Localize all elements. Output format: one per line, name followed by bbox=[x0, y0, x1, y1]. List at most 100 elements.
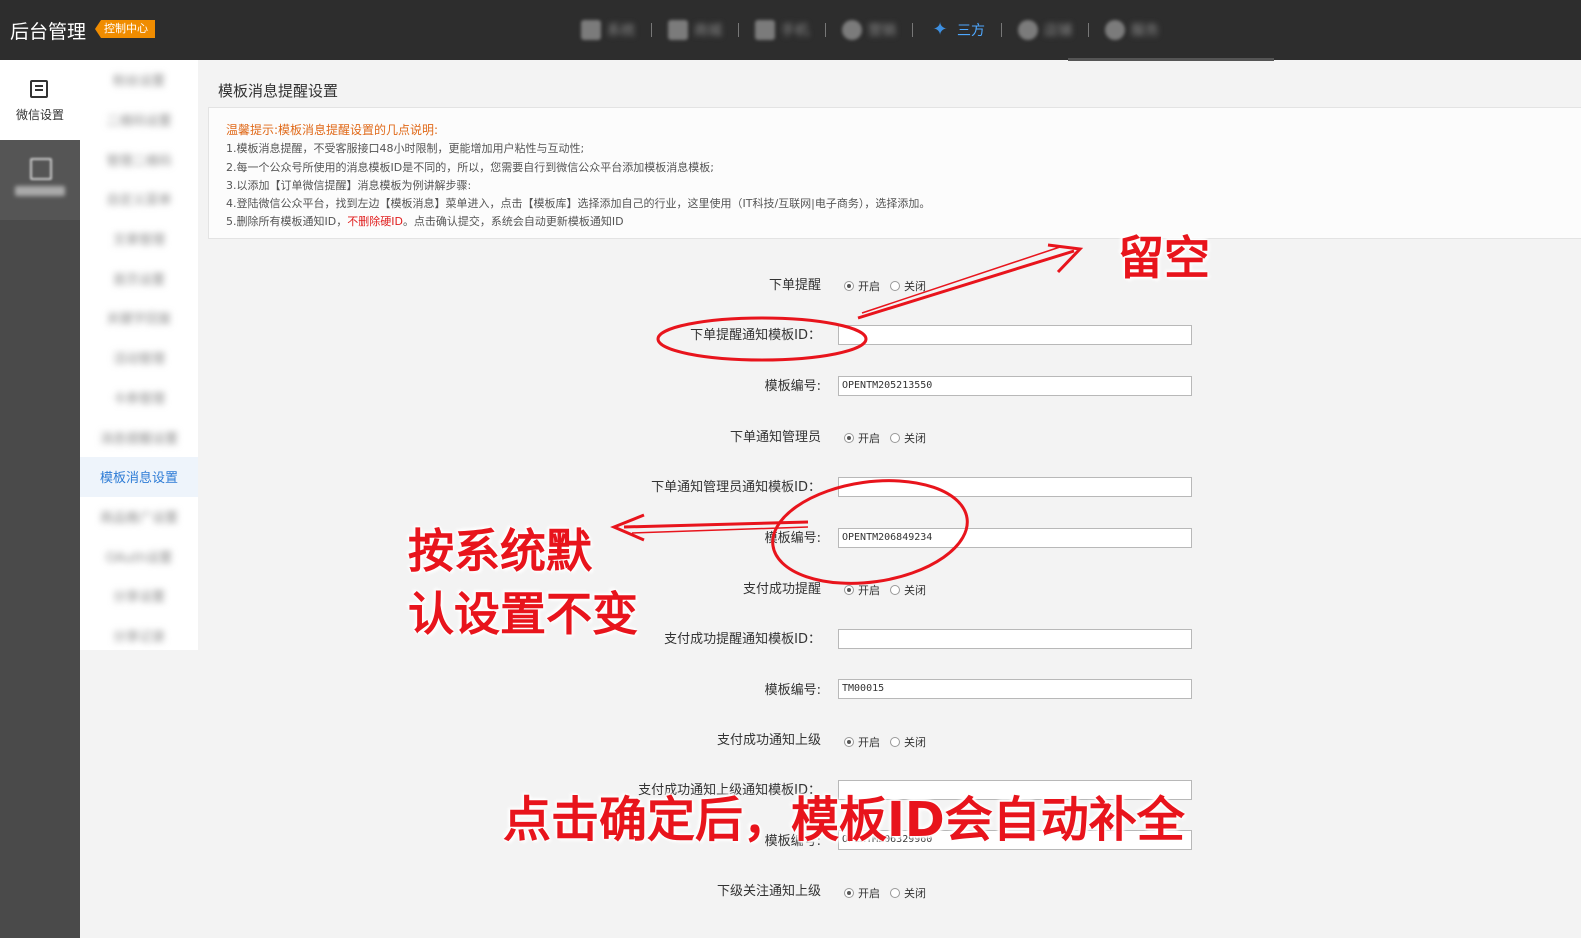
nav-shop[interactable]: 店铺 bbox=[1002, 0, 1088, 60]
tip-text: 5.删除所有模板通知ID， bbox=[226, 215, 348, 228]
annotation-keep-default-1: 按系统默 bbox=[408, 524, 592, 578]
label-notify-admin: 下单通知管理员 bbox=[729, 430, 821, 445]
tip-line: 5.删除所有模板通知ID，不删除硬ID。点击确认提交，系统会自动更新模板通知ID bbox=[226, 213, 624, 229]
sidebar-item[interactable]: 模板消息设置 bbox=[80, 456, 198, 497]
label-tpl-no: 模板编号: bbox=[764, 531, 821, 546]
mobile-icon bbox=[755, 20, 775, 40]
basket-icon bbox=[1018, 20, 1038, 40]
package-icon bbox=[1105, 20, 1125, 40]
sidebar-item[interactable]: OAuth设置 bbox=[80, 536, 198, 576]
radio-off[interactable] bbox=[890, 737, 900, 747]
sidebar-item-label: 模板消息设置 bbox=[99, 471, 178, 487]
primary-item-label: 微信设置 bbox=[15, 108, 64, 122]
primary-item-template[interactable] bbox=[0, 140, 80, 220]
sidebar-item[interactable]: 分享设置 bbox=[80, 576, 198, 616]
label-pay-remind: 支付成功提醒 bbox=[742, 582, 821, 597]
radio-off[interactable] bbox=[890, 585, 900, 595]
radio-on[interactable] bbox=[844, 585, 854, 595]
sidebar-item-label: 卡券管理 bbox=[112, 391, 165, 407]
sidebar-item[interactable]: 卡券管理 bbox=[80, 378, 198, 418]
tip-line: 1.模板消息提醒，不受客服接口48小时限制，更能增加用户粘性与互动性; bbox=[226, 142, 585, 155]
label-tpl-no: 模板编号: bbox=[764, 379, 821, 394]
radio-label: 开启 bbox=[858, 432, 880, 445]
order-remind-toggle: 开启 关闭 bbox=[844, 278, 926, 294]
sidebar-item[interactable]: 商品推广设置 bbox=[80, 497, 198, 537]
top-bar: 后台管理 控制中心 系统 商城 手机 营销 ✦ 三方 店铺 服务 bbox=[0, 0, 1581, 61]
radio-label: 关闭 bbox=[904, 887, 926, 900]
sidebar-item-label: 管理二维码 bbox=[106, 153, 172, 169]
tip-line: 2.每一个公众号所使用的消息模板ID是不同的，所以，您需要自行到微信公众平台添加… bbox=[226, 161, 714, 174]
sidebar-item-label: 分享设置 bbox=[112, 590, 165, 606]
pay-remind-toggle: 开启 关闭 bbox=[844, 582, 926, 598]
sidebar-item[interactable]: 管理二维码 bbox=[80, 139, 198, 179]
pay-superior-toggle: 开启 关闭 bbox=[844, 734, 926, 750]
nav-service[interactable]: 服务 bbox=[1089, 0, 1175, 60]
radio-on[interactable] bbox=[844, 281, 854, 291]
sidebar-item-label: 活动管理 bbox=[112, 352, 165, 368]
pay-tpl-no-input[interactable]: TM00015 bbox=[838, 679, 1192, 699]
tip-line: 4.登陆微信公众平台，找到左边【模板消息】菜单进入，点击【模板库】选择添加自己的… bbox=[226, 197, 931, 210]
follow-superior-toggle: 开启 关闭 bbox=[844, 885, 926, 901]
tip-text: 。点击确认提交，系统会自动更新模板通知ID bbox=[402, 215, 624, 228]
sidebar-item-label: 自定义菜单 bbox=[106, 193, 172, 209]
sidebar-item[interactable]: 二维码设置 bbox=[80, 100, 198, 140]
sidebar-item-label: 关键字回复 bbox=[106, 312, 172, 328]
radio-label: 关闭 bbox=[904, 280, 926, 293]
radio-label: 开启 bbox=[858, 736, 880, 749]
sidebar-item[interactable]: 文章管理 bbox=[80, 219, 198, 259]
sidebar-item[interactable]: 关键字回复 bbox=[80, 298, 198, 338]
sidebar-item-label: OAuth设置 bbox=[105, 550, 173, 566]
tips-heading: 温馨提示:模板消息提醒设置的几点说明: bbox=[226, 123, 439, 137]
radio-off[interactable] bbox=[890, 888, 900, 898]
radio-on[interactable] bbox=[844, 737, 854, 747]
sidebar-item[interactable]: 粉丝设置 bbox=[80, 60, 198, 100]
sidebar-item[interactable]: 首页设置 bbox=[80, 258, 198, 298]
radio-label: 开启 bbox=[858, 887, 880, 900]
order-tpl-no-input[interactable]: OPENTM205213550 bbox=[838, 376, 1192, 396]
annotation-auto-fill: 点击确定后，模板ID会自动补全 bbox=[503, 792, 1185, 848]
label-admin-tpl-id: 下单通知管理员通知模板ID： bbox=[651, 480, 821, 495]
primary-sidebar: 微信设置 bbox=[0, 60, 80, 938]
radio-label: 开启 bbox=[858, 584, 880, 597]
star-icon: ✦ bbox=[932, 19, 948, 40]
sidebar-item[interactable]: 自定义菜单 bbox=[80, 179, 198, 219]
label-follow-superior: 下级关注通知上级 bbox=[716, 884, 821, 899]
sidebar-item[interactable]: 活动管理 bbox=[80, 338, 198, 378]
radio-label: 关闭 bbox=[904, 736, 926, 749]
label-pay-tpl-id: 支付成功提醒通知模板ID： bbox=[664, 632, 821, 647]
grid-icon bbox=[581, 20, 601, 40]
sidebar-item-label: 商品推广设置 bbox=[99, 510, 178, 526]
annotation-leave-empty: 留空 bbox=[1118, 231, 1210, 285]
page-title: 模板消息提醒设置 bbox=[218, 82, 339, 100]
tip-warning: 不删除硬ID bbox=[347, 215, 403, 228]
document-icon bbox=[30, 80, 48, 98]
edit-icon bbox=[30, 158, 52, 180]
radio-off[interactable] bbox=[890, 433, 900, 443]
sidebar-item[interactable]: 分享记录 bbox=[80, 616, 198, 656]
admin-tpl-id-input[interactable] bbox=[838, 477, 1192, 497]
sidebar-item-label: 首页设置 bbox=[112, 272, 165, 288]
nav-store[interactable]: 商城 bbox=[652, 0, 738, 60]
top-nav: 系统 商城 手机 营销 ✦ 三方 店铺 服务 bbox=[565, 0, 1175, 60]
secondary-sidebar: 粉丝设置 二维码设置管理二维码自定义菜单文章管理首页设置关键字回复活动管理卡券管理… bbox=[80, 60, 198, 650]
primary-item-wechat[interactable]: 微信设置 bbox=[0, 60, 80, 140]
notify-admin-toggle: 开启 关闭 bbox=[844, 430, 926, 446]
nav-third-party[interactable]: ✦ 三方 bbox=[913, 0, 1001, 60]
radio-on[interactable] bbox=[844, 433, 854, 443]
sidebar-item[interactable]: 消息提醒设置 bbox=[80, 417, 198, 457]
store-icon bbox=[668, 20, 688, 40]
pay-tpl-id-input[interactable] bbox=[838, 629, 1192, 649]
radio-label: 开启 bbox=[858, 280, 880, 293]
gauge-icon bbox=[842, 20, 862, 40]
radio-on[interactable] bbox=[844, 888, 854, 898]
annotation-keep-default-2: 认设置不变 bbox=[408, 587, 638, 641]
nav-system[interactable]: 系统 bbox=[565, 0, 651, 60]
nav-mobile[interactable]: 手机 bbox=[739, 0, 825, 60]
order-tpl-id-input[interactable] bbox=[838, 325, 1192, 345]
admin-tpl-no-input[interactable]: OPENTM206849234 bbox=[838, 528, 1192, 548]
label-tpl-no: 模板编号: bbox=[764, 683, 821, 698]
tip-line: 3.以添加【订单微信提醒】消息模板为例讲解步骤: bbox=[226, 179, 472, 192]
nav-marketing[interactable]: 营销 bbox=[826, 0, 912, 60]
radio-off[interactable] bbox=[890, 281, 900, 291]
control-center-badge[interactable]: 控制中心 bbox=[95, 20, 155, 38]
